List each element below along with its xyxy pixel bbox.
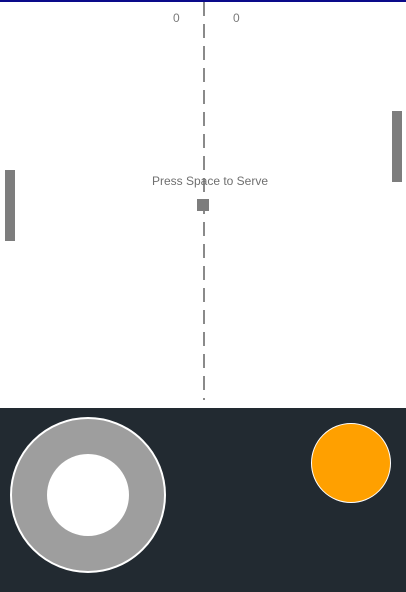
left-player-score: 0 — [173, 11, 180, 25]
right-player-score: 0 — [233, 11, 240, 25]
joystick-base[interactable] — [10, 417, 166, 573]
joystick-knob[interactable] — [47, 454, 129, 536]
serve-prompt: Press Space to Serve — [151, 174, 269, 188]
action-button[interactable] — [311, 423, 391, 503]
right-paddle — [392, 111, 402, 182]
pong-game: 0 0 Press Space to Serve — [0, 0, 406, 592]
touch-controls-panel — [0, 408, 406, 592]
game-field[interactable]: 0 0 Press Space to Serve — [0, 2, 406, 408]
ball — [197, 199, 209, 211]
